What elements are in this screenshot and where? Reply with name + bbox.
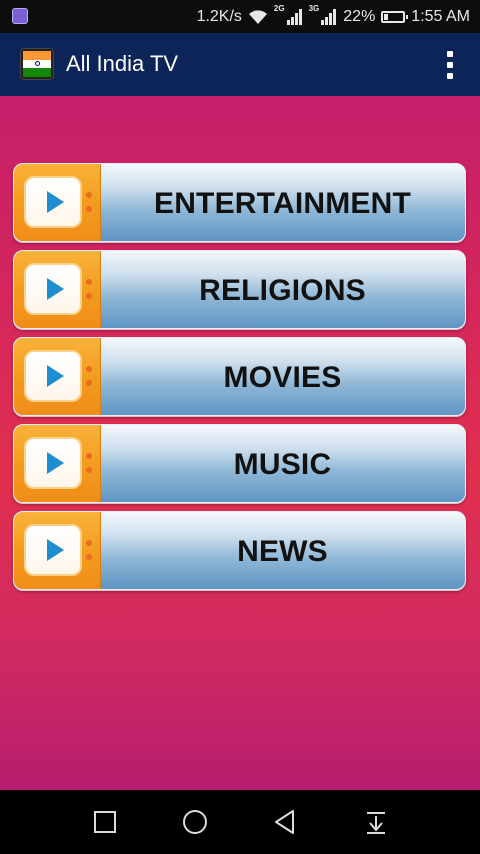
category-label: MOVIES [223,360,342,394]
network-speed: 1.2K/s [196,7,242,25]
app-bar: All India TV [0,33,480,96]
category-button-music[interactable]: MUSIC [13,424,466,503]
wifi-icon [248,9,268,25]
more-vert-icon[interactable] [446,51,454,79]
category-button-news[interactable]: NEWS [13,511,466,590]
battery-percent: 22% [343,7,376,25]
status-bar: 1.2K/s 2G 3G 22% 1:55 AM [0,0,480,33]
category-label: NEWS [237,534,328,568]
back-icon[interactable] [271,808,299,836]
tv-play-icon [14,425,101,502]
app-notification-icon [12,8,28,24]
network-type-3g: 3G [308,4,320,13]
status-right-group: 1.2K/s 2G 3G 22% 1:55 AM [197,0,470,33]
signal-strength-icon [286,8,303,25]
signal-strength-icon-2 [321,8,337,25]
category-button-movies[interactable]: MOVIES [13,337,466,416]
recent-apps-icon[interactable] [91,808,119,836]
notification-shade-icon[interactable] [362,808,390,836]
clock: 1:55 AM [411,7,470,25]
category-label: MUSIC [233,447,332,481]
tv-play-icon [14,338,101,415]
india-flag-icon [20,48,54,80]
network-type-2g: 2G [273,4,285,13]
category-button-religions[interactable]: RELIGIONS [13,250,466,329]
category-label: ENTERTAINMENT [153,186,412,220]
category-label: RELIGIONS [199,273,366,307]
category-list: ENTERTAINMENT RELIGIONS MOVIES MUSIC NEW… [0,96,480,790]
system-nav-bar [0,790,480,854]
battery-fill [384,13,389,20]
tv-play-icon [14,164,101,241]
home-icon[interactable] [181,808,209,836]
tv-play-icon [14,251,101,328]
battery-icon [381,10,409,23]
tv-play-icon [14,512,101,589]
category-button-entertainment[interactable]: ENTERTAINMENT [13,163,466,242]
app-title: All India TV [66,51,179,76]
